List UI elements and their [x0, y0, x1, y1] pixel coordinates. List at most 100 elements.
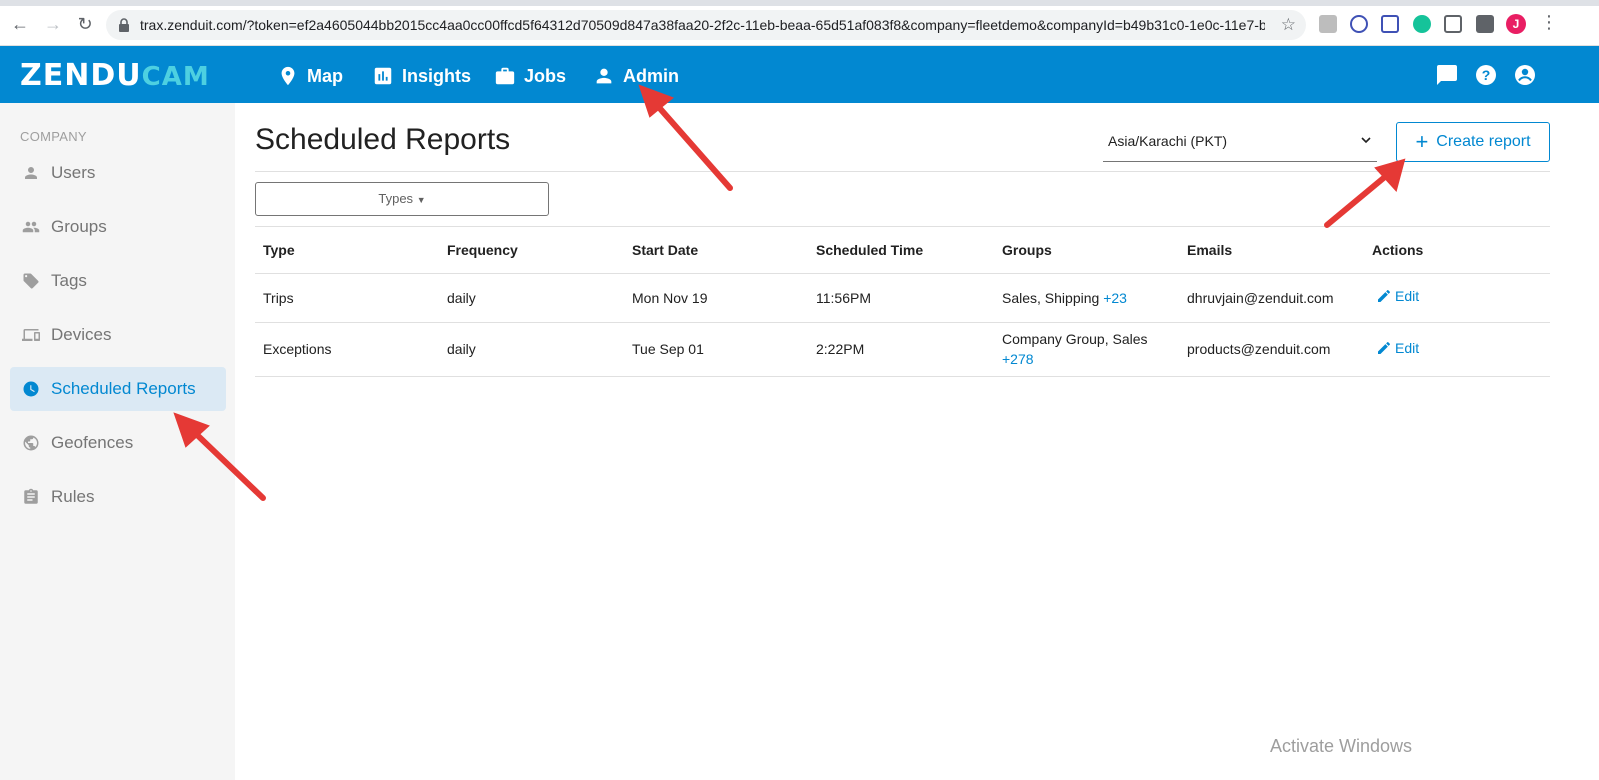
column-header-groups[interactable]: Groups	[994, 227, 1179, 274]
sidebar-item-groups[interactable]: Groups	[10, 205, 226, 249]
extension-icon[interactable]	[1319, 15, 1337, 33]
cell-email: products@zenduit.com	[1179, 322, 1364, 377]
types-label: Types	[378, 191, 414, 206]
sidebar-item-label: Users	[51, 163, 96, 182]
sidebar-item-rules[interactable]: Rules	[10, 475, 226, 519]
cell-actions: Edit	[1364, 273, 1550, 323]
sidebar-item-label: Geofences	[51, 433, 134, 452]
create-report-button[interactable]: + Create report	[1396, 122, 1550, 162]
address-bar[interactable]: trax.zenduit.com/?token=ef2a4605044bb201…	[106, 10, 1306, 40]
table-row: Trips daily Mon Nov 19 11:56PM Sales, Sh…	[255, 273, 1550, 323]
cell-type: Exceptions	[255, 322, 439, 377]
edit-label: Edit	[1395, 339, 1420, 356]
profile-avatar[interactable]: J	[1506, 14, 1526, 34]
forward-arrow-icon[interactable]: →	[41, 12, 65, 36]
column-header-type[interactable]: Type	[255, 227, 439, 274]
groups-more-link[interactable]: +23	[1103, 290, 1127, 306]
sidebar-item-scheduled-reports[interactable]: Scheduled Reports	[10, 367, 226, 411]
edit-button[interactable]: Edit	[1372, 338, 1419, 358]
reload-icon[interactable]: ↻	[73, 12, 97, 36]
puzzle-icon[interactable]	[1476, 15, 1494, 33]
activate-windows-watermark: Activate Windows	[1270, 736, 1413, 756]
cell-groups: Company Group, Sales +278	[994, 322, 1179, 377]
edit-label: Edit	[1395, 288, 1420, 304]
app-header: ZENDUCAM Map Insights Jobs Admin ?	[0, 46, 1599, 103]
chat-extension-icon[interactable]	[1444, 15, 1462, 33]
sidebar-item-label: Groups	[51, 217, 107, 236]
cell-time: 2:22PM	[808, 322, 994, 377]
groups-more-link[interactable]: +278	[1002, 351, 1034, 367]
cell-groups: Sales, Shipping +23	[994, 273, 1179, 323]
briefcase-icon	[495, 67, 515, 85]
timezone-select[interactable]: Asia/Karachi (PKT)	[1103, 127, 1377, 162]
scheduled-reports-table: Type Frequency Start Date Scheduled Time…	[255, 227, 1550, 377]
person-icon	[25, 167, 37, 179]
pencil-icon	[1378, 341, 1390, 354]
nav-map-label: Map	[307, 65, 343, 86]
sidebar-item-label: Tags	[51, 271, 87, 290]
table-row: Exceptions daily Tue Sep 01 2:22PM Compa…	[255, 322, 1550, 377]
pencil-icon	[1378, 290, 1390, 302]
chat-icon[interactable]	[1435, 63, 1459, 87]
link-extension-icon[interactable]	[1350, 15, 1368, 33]
column-header-frequency[interactable]: Frequency	[439, 227, 624, 274]
sidebar: COMPANY Users Groups Tags Devices Schedu…	[0, 103, 235, 780]
sidebar-item-users[interactable]: Users	[10, 151, 226, 195]
create-report-label: Create report	[1436, 133, 1531, 150]
timezone-value: Asia/Karachi (PKT)	[1108, 133, 1228, 149]
sidebar-item-devices[interactable]: Devices	[10, 313, 226, 357]
device-icon	[22, 329, 40, 341]
nav-insights[interactable]: Insights	[372, 64, 471, 88]
arrow-head	[1374, 158, 1406, 193]
help-icon[interactable]: ?	[1474, 63, 1498, 87]
back-arrow-icon[interactable]: ←	[8, 12, 32, 36]
annotation-arrows	[173, 84, 1406, 501]
grammarly-icon[interactable]	[1413, 15, 1431, 33]
tag-icon	[23, 273, 39, 289]
page-title: Scheduled Reports	[255, 123, 511, 156]
types-filter-button[interactable]: Types ▼	[255, 182, 549, 216]
caret-down-icon: ▼	[416, 195, 426, 205]
bar-chart-icon	[374, 67, 392, 85]
bookmark-extension-icon[interactable]	[1381, 15, 1399, 33]
divider	[255, 171, 1550, 172]
clock-icon	[23, 381, 39, 397]
column-header-start-date[interactable]: Start Date	[624, 227, 808, 274]
group-icon	[22, 221, 40, 233]
nav-map[interactable]: Map	[277, 64, 343, 88]
cell-start-date: Tue Sep 01	[624, 322, 808, 377]
arrow-to-create-report	[1324, 173, 1389, 228]
zenducam-logo[interactable]: ZENDUCAM	[20, 58, 210, 93]
sidebar-item-geofences[interactable]: Geofences	[10, 421, 226, 465]
table-header-row: Type Frequency Start Date Scheduled Time…	[255, 227, 1550, 274]
cell-start-date: Mon Nov 19	[624, 273, 808, 323]
sidebar-item-label: Devices	[51, 325, 112, 344]
nav-jobs-label: Jobs	[524, 65, 567, 86]
nav-admin[interactable]: Admin	[593, 64, 679, 88]
column-header-actions: Actions	[1364, 227, 1550, 274]
browser-menu-icon[interactable]: ⋮	[1540, 12, 1558, 33]
map-pin-icon	[281, 66, 295, 86]
logo-main-text: ZENDU	[20, 58, 142, 93]
chevron-down-icon	[1361, 137, 1371, 144]
sidebar-item-tags[interactable]: Tags	[10, 259, 226, 303]
tab-strip	[0, 0, 1599, 6]
logo-accent-text: CAM	[141, 62, 210, 92]
nav-insights-label: Insights	[402, 65, 472, 86]
person-icon	[596, 68, 612, 84]
plus-icon: +	[1415, 129, 1429, 154]
column-header-emails[interactable]: Emails	[1179, 227, 1364, 274]
sidebar-item-label: Rules	[51, 487, 95, 506]
url-text: trax.zenduit.com/?token=ef2a4605044bb201…	[140, 17, 1265, 33]
column-header-scheduled-time[interactable]: Scheduled Time	[808, 227, 994, 274]
bookmark-star-icon[interactable]: ☆	[1281, 15, 1296, 35]
cell-time: 11:56PM	[808, 273, 994, 323]
clipboard-icon	[24, 488, 38, 504]
edit-button[interactable]: Edit	[1372, 286, 1419, 306]
nav-jobs[interactable]: Jobs	[494, 64, 566, 88]
sidebar-item-label: Scheduled Reports	[51, 379, 196, 398]
cell-email: dhruvjain@zenduit.com	[1179, 273, 1364, 323]
account-circle-icon[interactable]	[1513, 63, 1537, 87]
lock-icon	[119, 18, 129, 32]
groups-text: Company Group, Sales	[1002, 331, 1148, 347]
